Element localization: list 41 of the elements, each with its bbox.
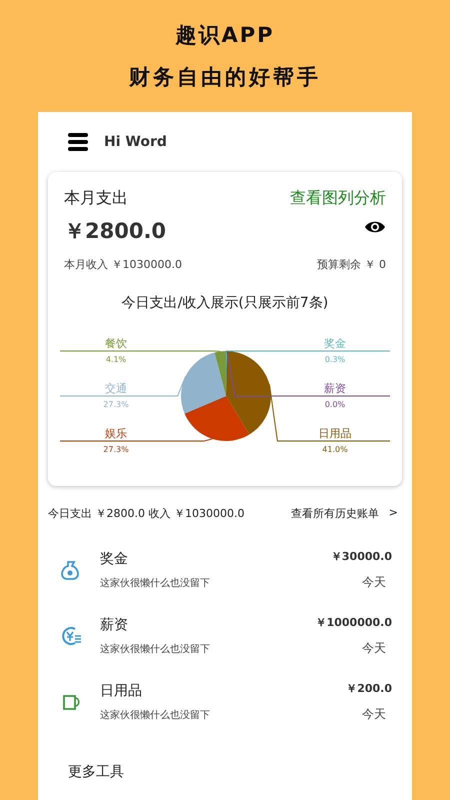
coin-list-icon — [60, 625, 82, 647]
money-bag-icon — [60, 559, 82, 581]
chart-analysis-link[interactable]: 查看图列分析 — [290, 188, 386, 209]
today-summary: 今日支出 ￥2800.0 收入 ￥1030000.0 — [48, 506, 244, 521]
more-tools-title: 更多工具 — [67, 763, 125, 781]
app-slogan: 财务自由的好帮手 — [129, 64, 321, 91]
slice-percent: 41.0% — [322, 445, 348, 454]
greeting-title: Hi Word — [104, 134, 167, 150]
slice-percent: 0.3% — [324, 355, 346, 364]
month-expense-amount: ￥2800.0 — [64, 218, 166, 245]
eye-icon[interactable] — [364, 220, 386, 234]
app-title: 趣识APP — [175, 22, 275, 49]
slice-percent: 27.3% — [103, 445, 129, 454]
slice-percent: 4.1% — [106, 355, 126, 364]
menu-icon[interactable] — [68, 133, 88, 151]
record-title: 日用品 — [100, 682, 143, 700]
record-date: 今天 — [362, 574, 387, 591]
record-date: 今天 — [362, 706, 387, 723]
record-amount: ￥1000000.0 — [316, 615, 392, 630]
slice-label: 薪资 — [324, 382, 346, 395]
history-link[interactable]: 查看所有历史账单 — [290, 506, 379, 521]
record-note: 这家伙很懒什么也没留下 — [100, 642, 211, 656]
record-note: 这家伙很懒什么也没留下 — [100, 576, 211, 590]
record-title: 薪资 — [100, 616, 129, 634]
chart-title: 今日支出/收入展示(只展示前7条) — [120, 294, 330, 312]
slice-label: 奖金 — [324, 337, 346, 350]
record-date: 今天 — [362, 640, 387, 657]
slice-percent: 27.3% — [103, 400, 129, 409]
record-amount: ￥200.0 — [346, 681, 392, 696]
slice-label: 餐饮 — [105, 337, 127, 350]
budget-remaining-text: 预算剩余 ￥ 0 — [317, 257, 386, 272]
month-income-text: 本月收入 ￥1030000.0 — [64, 257, 182, 272]
slice-label: 娱乐 — [105, 427, 127, 440]
record-note: 这家伙很懒什么也没留下 — [100, 708, 211, 722]
record-amount: ￥30000.0 — [330, 549, 392, 564]
slice-label: 交通 — [105, 382, 127, 395]
chevron-text[interactable]: > — [388, 506, 398, 521]
month-expense-label: 本月支出 — [64, 188, 128, 209]
record-title: 奖金 — [100, 550, 129, 568]
slice-percent: 0.0% — [324, 400, 346, 409]
slice-label: 日用品 — [318, 427, 352, 440]
